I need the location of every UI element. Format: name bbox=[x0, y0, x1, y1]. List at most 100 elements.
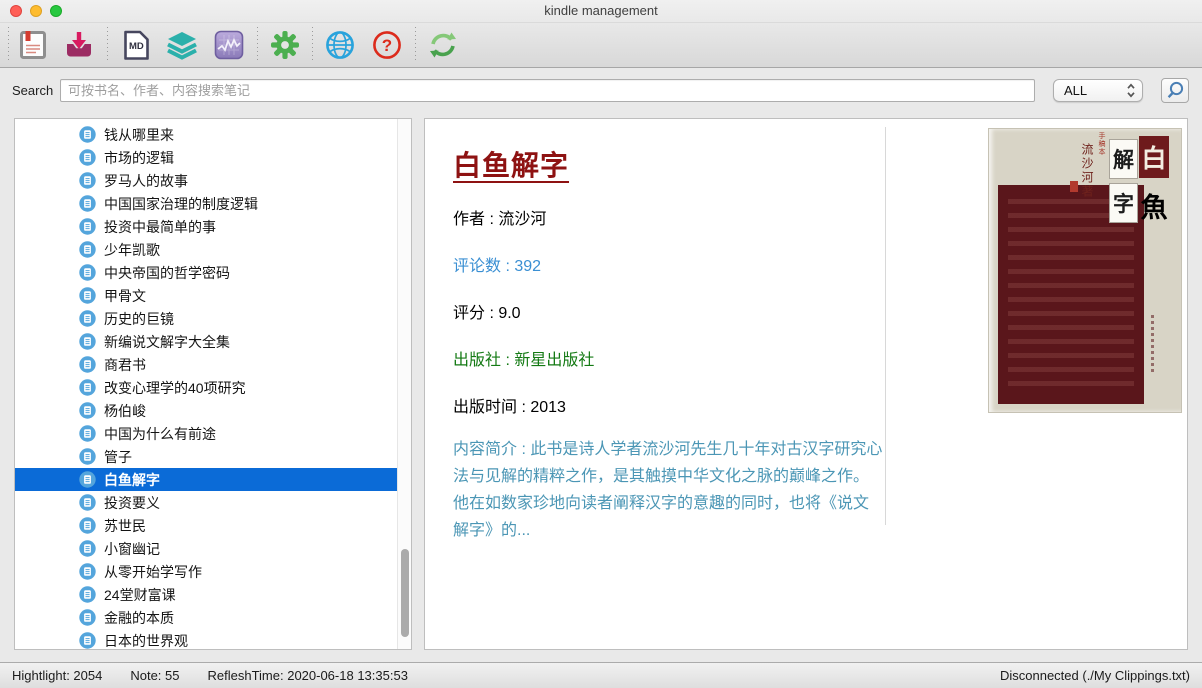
list-item[interactable]: 改变心理学的40项研究 bbox=[15, 376, 411, 399]
toolbar-separator bbox=[257, 27, 258, 63]
book-title: 小窗幽记 bbox=[104, 539, 160, 559]
settings-gear-icon bbox=[270, 30, 300, 60]
list-item[interactable]: 中国为什么有前途 bbox=[15, 422, 411, 445]
book-title: 日本的世界观 bbox=[104, 631, 188, 651]
book-title: 改变心理学的40项研究 bbox=[104, 378, 246, 398]
search-button[interactable] bbox=[1161, 78, 1189, 103]
markdown-file-icon: MD bbox=[123, 30, 150, 61]
markdown-export-button[interactable]: MD bbox=[119, 28, 153, 62]
cover-char: 白 bbox=[1139, 136, 1169, 178]
book-title: 投资中最简单的事 bbox=[104, 217, 216, 237]
book-icon bbox=[79, 563, 96, 580]
list-item[interactable]: 市场的逻辑 bbox=[15, 146, 411, 169]
book-icon bbox=[79, 333, 96, 350]
web-button[interactable] bbox=[323, 28, 357, 62]
book-title: 新编说文解字大全集 bbox=[104, 332, 230, 352]
book-icon bbox=[79, 494, 96, 511]
cover-publisher-strip bbox=[1151, 315, 1154, 373]
book-icon bbox=[79, 310, 96, 327]
cover-signature: 流沙河著 bbox=[1079, 143, 1096, 199]
list-item[interactable]: 投资中最简单的事 bbox=[15, 215, 411, 238]
book-title: 历史的巨镜 bbox=[104, 309, 174, 329]
toolbar-separator bbox=[312, 27, 313, 63]
help-button[interactable]: ? bbox=[370, 28, 404, 62]
settings-button[interactable] bbox=[268, 28, 302, 62]
list-item[interactable]: 少年凯歌 bbox=[15, 238, 411, 261]
list-item[interactable]: 历史的巨镜 bbox=[15, 307, 411, 330]
notes-icon bbox=[19, 30, 47, 60]
search-icon bbox=[1164, 80, 1186, 102]
merge-layers-button[interactable] bbox=[165, 28, 199, 62]
cover-char: 魚 bbox=[1139, 184, 1169, 226]
highlight-count: Hightlight: 2054 bbox=[12, 668, 102, 683]
book-title: 少年凯歌 bbox=[104, 240, 160, 260]
list-item[interactable]: 白鱼解字 bbox=[15, 468, 411, 491]
cover-char: 字 bbox=[1109, 183, 1138, 223]
list-item[interactable]: 小窗幽记 bbox=[15, 537, 411, 560]
list-item[interactable]: 新编说文解字大全集 bbox=[15, 330, 411, 353]
book-title-link[interactable]: 白鱼解字 bbox=[453, 144, 569, 184]
book-title: 从零开始学写作 bbox=[104, 562, 202, 582]
book-icon bbox=[79, 195, 96, 212]
minimize-window-button[interactable] bbox=[30, 5, 42, 17]
list-item[interactable]: 从零开始学写作 bbox=[15, 560, 411, 583]
book-title: 商君书 bbox=[104, 355, 146, 375]
statistics-button[interactable] bbox=[212, 28, 246, 62]
book-title: 中央帝国的哲学密码 bbox=[104, 263, 230, 283]
book-title: 中国国家治理的制度逻辑 bbox=[104, 194, 258, 214]
connection-status: Disconnected (./My Clippings.txt) bbox=[1000, 668, 1190, 683]
book-title: 杨伯峻 bbox=[104, 401, 146, 421]
svg-text:?: ? bbox=[382, 36, 392, 55]
list-item[interactable]: 中国国家治理的制度逻辑 bbox=[15, 192, 411, 215]
book-icon bbox=[79, 402, 96, 419]
search-input[interactable] bbox=[60, 79, 1035, 102]
filter-select[interactable]: ALL bbox=[1053, 79, 1143, 102]
book-title: 钱从哪里来 bbox=[104, 125, 174, 145]
book-title: 甲骨文 bbox=[104, 286, 146, 306]
window-title: kindle management bbox=[0, 0, 1202, 21]
list-item[interactable]: 苏世民 bbox=[15, 514, 411, 537]
book-title: 管子 bbox=[104, 447, 132, 467]
book-list-pane: 钱从哪里来 市场的逻辑 罗马人的故事 中国国家治理的制度逻辑 投资中最简单的事 bbox=[14, 118, 412, 650]
list-item[interactable]: 钱从哪里来 bbox=[15, 123, 411, 146]
refresh-button[interactable] bbox=[426, 28, 460, 62]
book-title: 白鱼解字 bbox=[104, 470, 160, 490]
notes-button[interactable] bbox=[16, 28, 50, 62]
list-item[interactable]: 罗马人的故事 bbox=[15, 169, 411, 192]
book-title: 投资要义 bbox=[104, 493, 160, 513]
list-item[interactable]: 管子 bbox=[15, 445, 411, 468]
toolbar: MD bbox=[0, 23, 1202, 67]
pub-date-field: 出版时间 : 2013 bbox=[453, 393, 883, 417]
list-item[interactable]: 投资要义 bbox=[15, 491, 411, 514]
help-icon: ? bbox=[372, 30, 402, 60]
book-title: 苏世民 bbox=[104, 516, 146, 536]
book-icon bbox=[79, 425, 96, 442]
scrollbar-thumb[interactable] bbox=[401, 549, 409, 637]
list-item[interactable]: 甲骨文 bbox=[15, 284, 411, 307]
book-icon bbox=[79, 356, 96, 373]
book-icon bbox=[79, 379, 96, 396]
window-header: kindle management MD bbox=[0, 0, 1202, 68]
book-icon bbox=[79, 126, 96, 143]
book-detail-pane: 白鱼解字 作者 : 流沙河 评论数 : 392 评分 : 9.0 出版社 : 新… bbox=[424, 118, 1188, 650]
list-item[interactable]: 24堂财富课 bbox=[15, 583, 411, 606]
book-icon bbox=[79, 287, 96, 304]
close-window-button[interactable] bbox=[10, 5, 22, 17]
book-title: 中国为什么有前途 bbox=[104, 424, 216, 444]
book-icon bbox=[79, 149, 96, 166]
list-item[interactable]: 中央帝国的哲学密码 bbox=[15, 261, 411, 284]
zoom-window-button[interactable] bbox=[50, 5, 62, 17]
book-icon bbox=[79, 540, 96, 557]
list-item[interactable]: 日本的世界观 bbox=[15, 629, 411, 650]
globe-icon bbox=[325, 30, 355, 60]
list-item[interactable]: 金融的本质 bbox=[15, 606, 411, 629]
intro-text: 内容简介 : 此书是诗人学者流沙河先生几十年对古汉字研究心法与见解的精粹之作，是… bbox=[453, 436, 883, 544]
list-item[interactable]: 杨伯峻 bbox=[15, 399, 411, 422]
import-clippings-button[interactable] bbox=[62, 28, 96, 62]
toolbar-separator bbox=[107, 27, 108, 63]
list-item[interactable]: 商君书 bbox=[15, 353, 411, 376]
book-icon bbox=[79, 517, 96, 534]
list-scrollbar[interactable] bbox=[397, 119, 411, 649]
book-title: 罗马人的故事 bbox=[104, 171, 188, 191]
svg-text:MD: MD bbox=[129, 41, 144, 52]
